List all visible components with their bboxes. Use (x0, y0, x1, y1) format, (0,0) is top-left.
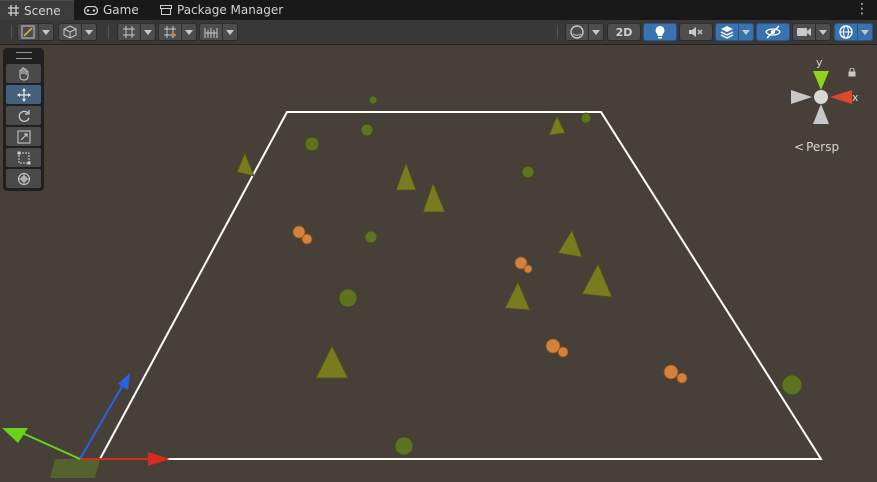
move-arrows-icon (16, 87, 31, 102)
hand-tool[interactable] (6, 64, 41, 83)
z-axis-arrow (118, 373, 130, 390)
chevron-down-icon (742, 29, 750, 35)
move-tool[interactable] (6, 85, 41, 104)
hand-icon (19, 67, 28, 81)
pine-tree (236, 115, 613, 379)
toolbar-separator (11, 25, 12, 39)
2d-label: 2D (615, 25, 633, 39)
grid-visibility-icon (164, 26, 176, 38)
lighting-toggle-button[interactable] (643, 23, 677, 41)
toolbar-separator (557, 25, 558, 39)
z-axis-line (79, 382, 125, 460)
camera-button[interactable] (792, 23, 816, 41)
gizmos-button[interactable] (834, 23, 858, 41)
chevron-left-icon: < (794, 140, 805, 154)
more-options-icon[interactable]: ⋮ (855, 2, 869, 16)
grid-visibility-dropdown[interactable] (181, 23, 197, 41)
chevron-down-icon (819, 29, 827, 35)
chevron-down-icon (42, 29, 50, 35)
scene-grid-icon (8, 5, 19, 16)
y-axis-arrow (2, 428, 28, 443)
transform-tool[interactable] (6, 169, 41, 188)
tab-game[interactable]: Game (84, 0, 139, 20)
shaded-mode-icon (21, 25, 35, 39)
tab-label: Scene (24, 3, 61, 18)
chevron-down-icon (185, 29, 193, 35)
sphere-icon (570, 25, 584, 39)
rotate-tool[interactable] (6, 106, 41, 125)
toolbar-separator (108, 25, 109, 39)
rect-icon (17, 151, 30, 164)
eye-slash-icon (765, 25, 781, 39)
scene-toolbar: 2D (0, 20, 877, 45)
global-shading-dropdown[interactable] (588, 23, 604, 41)
panel-drag-handle[interactable] (16, 52, 32, 59)
tools-overlay (3, 48, 44, 191)
chevron-down-icon (85, 29, 93, 35)
gizmo-sphere-icon (839, 25, 853, 39)
round-tree (304, 95, 803, 456)
draw-mode-dropdown[interactable] (38, 23, 54, 41)
scene-canvas: y x (2, 56, 859, 478)
tab-label: Game (103, 3, 139, 17)
axis-plane-marker (50, 459, 100, 478)
camera-icon (797, 28, 811, 36)
scene-viewport[interactable]: y x (0, 45, 877, 478)
grid-snap-icon (123, 26, 135, 38)
camera-dropdown[interactable] (815, 23, 831, 41)
layers-icon (720, 26, 734, 39)
scale-icon (17, 130, 30, 143)
x-axis-arrow (148, 452, 170, 466)
cube-icon (63, 25, 77, 39)
projection-label: Persp (806, 140, 840, 154)
grid-snap-button[interactable] (117, 23, 141, 41)
gizmo-y-cone (813, 71, 829, 90)
2d-toggle-button[interactable]: 2D (607, 23, 641, 41)
transform-icon (17, 172, 30, 185)
render-mode-dropdown[interactable] (81, 23, 97, 41)
render-mode-button[interactable] (58, 23, 82, 41)
effects-button[interactable] (715, 23, 739, 41)
grid-visibility-button[interactable] (158, 23, 182, 41)
tab-scene[interactable]: Scene (0, 0, 74, 20)
chevron-down-icon (592, 29, 600, 35)
tab-package-manager[interactable]: Package Manager (160, 0, 283, 20)
gizmo-negx-cone (791, 90, 812, 104)
ruler-icon (204, 28, 218, 38)
package-icon (160, 5, 172, 15)
gizmo-x-cone (830, 90, 852, 104)
chevron-down-icon (861, 29, 869, 35)
gizmo-negy-cone (813, 104, 829, 124)
draw-mode-button[interactable] (17, 23, 39, 41)
increment-snap-button[interactable] (199, 23, 223, 41)
gamepad-icon (84, 5, 98, 15)
ground-plane-outline (98, 111, 823, 460)
increment-snap-dropdown[interactable] (222, 23, 238, 41)
projection-toggle[interactable]: < Persp (794, 140, 839, 154)
chevron-down-icon (226, 29, 234, 35)
tab-bar: Scene Game Package Manager ⋮ (0, 0, 877, 20)
lock-icon[interactable] (848, 62, 856, 81)
audio-toggle-button[interactable] (679, 23, 713, 41)
hidden-objects-button[interactable] (756, 23, 790, 41)
gizmos-dropdown[interactable] (857, 23, 873, 41)
rotate-icon (18, 109, 30, 122)
scale-tool[interactable] (6, 127, 41, 146)
gizmo-y-label: y (816, 56, 823, 69)
speaker-muted-icon (689, 27, 703, 37)
lightbulb-icon (655, 26, 665, 39)
y-axis-line (19, 431, 81, 460)
tab-label: Package Manager (177, 3, 284, 17)
global-shading-button[interactable] (565, 23, 589, 41)
grid-snap-dropdown[interactable] (140, 23, 156, 41)
effects-dropdown[interactable] (738, 23, 754, 41)
gizmo-x-label: x (852, 91, 859, 104)
chevron-down-icon (144, 29, 152, 35)
rect-tool[interactable] (6, 148, 41, 167)
